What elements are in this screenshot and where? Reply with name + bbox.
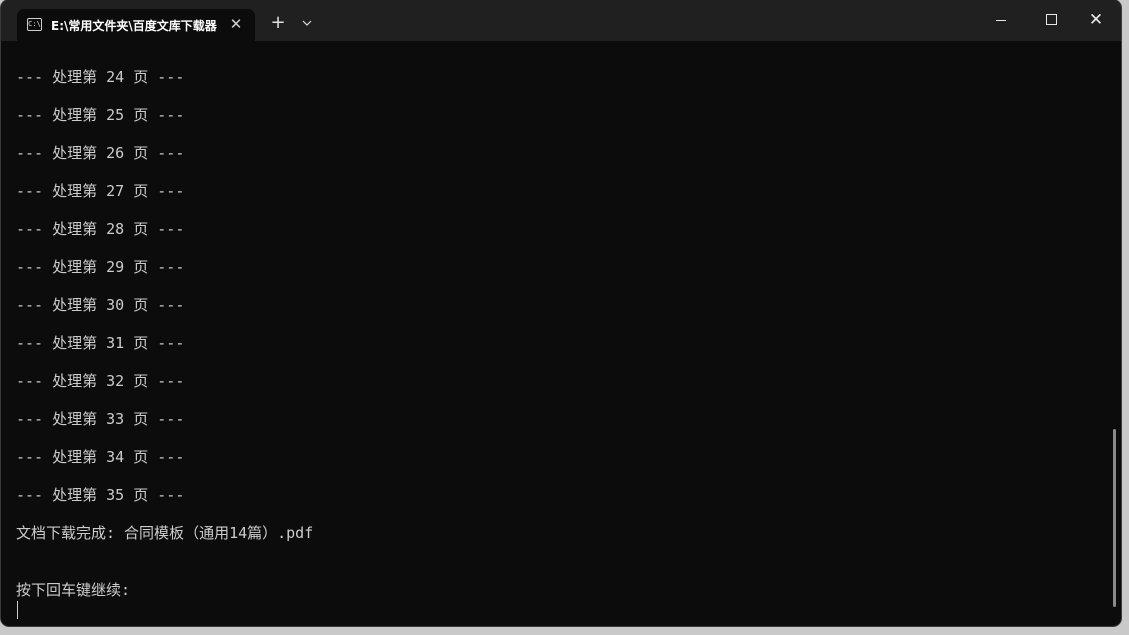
console-line: --- 处理第 30 页 --- <box>16 296 185 314</box>
console-line: --- 处理第 25 页 --- <box>16 106 185 124</box>
console-prompt: 按下回车键继续: <box>16 581 131 599</box>
console-line: 文档下载完成: 合同模板（通用14篇）.pdf <box>16 524 314 542</box>
maximize-button[interactable] <box>1029 3 1073 37</box>
console-line: --- 处理第 26 页 --- <box>16 144 185 162</box>
console-line: --- 处理第 24 页 --- <box>16 68 185 86</box>
chevron-down-icon[interactable] <box>297 12 317 34</box>
scrollbar-thumb[interactable] <box>1113 429 1116 607</box>
minimize-icon <box>996 19 1006 21</box>
terminal-icon: C:\ <box>27 18 42 31</box>
console-line: --- 处理第 27 页 --- <box>16 182 185 200</box>
console-line: --- 处理第 34 页 --- <box>16 448 185 466</box>
console-line: --- 处理第 33 页 --- <box>16 410 185 428</box>
new-tab-button[interactable]: + <box>267 12 289 34</box>
tab-active[interactable]: C:\ E:\常用文件夹\百度文库下载器 ✕ <box>17 9 255 41</box>
chevron-down-icon-svg <box>302 20 312 26</box>
text-cursor <box>17 601 18 619</box>
minimize-button[interactable] <box>979 3 1023 37</box>
close-tab-icon[interactable]: ✕ <box>226 14 246 34</box>
title-bar[interactable]: C:\ E:\常用文件夹\百度文库下载器 ✕ + ✕ <box>1 0 1121 41</box>
console-line: --- 处理第 29 页 --- <box>16 258 185 276</box>
terminal-window: C:\ E:\常用文件夹\百度文库下载器 ✕ + ✕ --- 处理第 24 页 … <box>1 0 1121 626</box>
console-line: --- 处理第 32 页 --- <box>16 372 185 390</box>
console-line: --- 处理第 31 页 --- <box>16 334 185 352</box>
console-line: --- 处理第 35 页 --- <box>16 486 185 504</box>
close-window-button[interactable]: ✕ <box>1074 3 1118 37</box>
tab-title: E:\常用文件夹\百度文库下载器 <box>51 19 217 33</box>
maximize-icon <box>1045 13 1057 25</box>
console-line: --- 处理第 28 页 --- <box>16 220 185 238</box>
console-output[interactable]: --- 处理第 24 页 --- --- 处理第 25 页 --- --- 处理… <box>16 41 1106 626</box>
